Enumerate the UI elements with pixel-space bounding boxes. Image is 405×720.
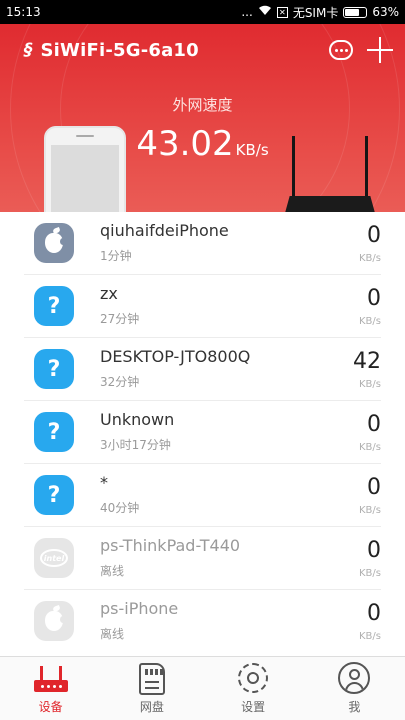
device-rate-unit: KB/s [359,253,381,264]
device-name: ps-ThinkPad-T440 [100,536,241,555]
sd-card-icon [138,663,165,695]
device-rate-unit: KB/s [359,316,381,327]
speed-value: 43.02 [136,124,234,164]
speed-unit: KB/s [235,141,269,159]
question-icon: ? [34,286,74,326]
device-name: qiuhaifdeiPhone [100,221,229,240]
signal-dots: ... [241,5,253,19]
device-time: 离线 [100,627,125,641]
speed-label: 外网速度 [172,96,233,114]
device-rate: 0 [367,412,381,437]
device-rate: 0 [367,286,381,311]
device-time: 40分钟 [100,501,140,515]
apple-icon [34,601,74,641]
chat-bubble-icon[interactable] [329,40,353,60]
device-rate-unit: KB/s [359,568,381,579]
header: § SiWiFi-5G-6a10 外网速度 43.02 KB/s [0,24,405,212]
device-row[interactable]: ? zx 27分钟 0 KB/s [24,275,381,338]
question-icon: ? [34,475,74,515]
tab-devices[interactable]: 设备 [0,657,101,720]
device-name: * [100,473,108,492]
device-row[interactable]: ? DESKTOP-JTO800Q 32分钟 42 KB/s [24,338,381,401]
wifi-icon [258,5,272,19]
device-name: Unknown [100,410,175,429]
status-indicators: ... ✕ 无SIM卡 63% [241,4,399,21]
device-name: zx [100,284,118,303]
device-list[interactable]: qiuhaifdeiPhone 1分钟 0 KB/s ? zx 27分钟 0 K… [24,212,381,656]
device-time: 32分钟 [100,375,140,389]
sim-icon: ✕ [276,6,288,18]
gear-icon [238,663,269,693]
sim-status: 无SIM卡 [292,5,339,20]
device-rate: 0 [367,223,381,248]
router-icon [33,666,68,692]
device-name: DESKTOP-JTO800Q [100,347,251,366]
router-name[interactable]: SiWiFi-5G-6a10 [41,40,199,61]
battery-percent: 63% [372,5,399,19]
device-row[interactable]: ? Unknown 3小时17分钟 0 KB/s [24,401,381,464]
device-row[interactable]: ps-iPhone 离线 0 KB/s [24,590,381,653]
tab-cloud-drive-label: 网盘 [139,700,164,714]
tab-settings[interactable]: 设置 [203,657,304,720]
device-row[interactable]: qiuhaifdeiPhone 1分钟 0 KB/s [24,212,381,275]
status-bar: 15:13 ... ✕ 无SIM卡 63% [0,0,405,24]
device-rate-unit: KB/s [359,442,381,453]
device-rate-unit: KB/s [359,505,381,516]
device-rate-unit: KB/s [359,631,381,642]
router-illustration [282,136,378,212]
tab-me[interactable]: 我 [304,657,405,720]
device-time: 27分钟 [100,312,140,326]
plus-icon[interactable] [367,37,393,63]
intel-icon: intel [34,538,74,578]
title-bar: § SiWiFi-5G-6a10 [0,24,405,76]
tab-settings-label: 设置 [241,700,266,714]
tab-cloud-drive[interactable]: 网盘 [101,657,202,720]
tab-bar: 设备 网盘 设置 我 [0,656,405,720]
status-time: 15:13 [6,5,41,19]
tab-me-label: 我 [348,700,361,714]
siwifi-logo-icon: § [24,40,33,60]
tab-devices-label: 设备 [38,700,63,714]
question-icon: ? [34,349,74,389]
device-rate: 0 [367,475,381,500]
battery-icon [343,6,368,18]
device-time: 3小时17分钟 [100,438,171,452]
device-row[interactable]: intel ps-ThinkPad-T440 离线 0 KB/s [24,527,381,590]
apple-icon [34,223,74,263]
device-name: ps-iPhone [100,599,179,618]
phone-illustration [44,126,126,212]
device-rate: 0 [367,538,381,563]
device-time: 1分钟 [100,249,132,263]
device-rate: 0 [367,601,381,626]
device-row[interactable]: ? * 40分钟 0 KB/s [24,464,381,527]
device-rate: 42 [353,349,381,374]
device-rate-unit: KB/s [359,379,381,390]
user-icon [338,662,371,694]
device-time: 离线 [100,564,125,578]
question-icon: ? [34,412,74,452]
